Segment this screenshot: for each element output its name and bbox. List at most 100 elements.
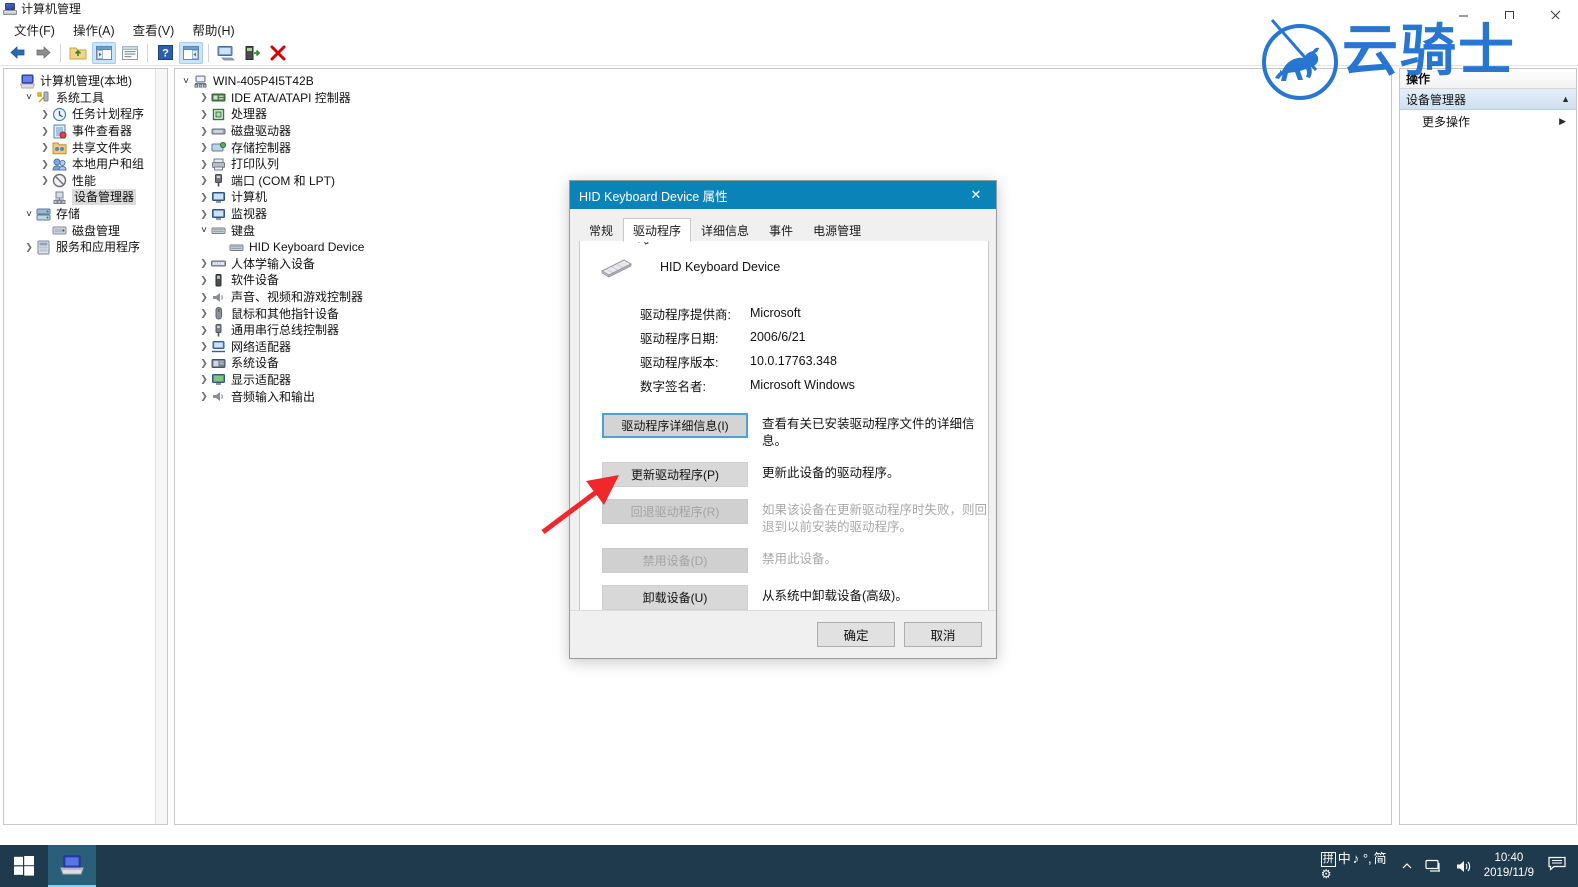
network-icon[interactable] xyxy=(1425,859,1443,874)
tree-node[interactable]: 磁盘管理 xyxy=(6,222,167,239)
show-hide-console-tree-icon[interactable] xyxy=(92,41,116,64)
dialog-tab[interactable]: 详细信息 xyxy=(691,218,759,242)
dialog-tab[interactable]: 事件 xyxy=(759,218,803,242)
tree-twisty-collapsed[interactable]: ❯ xyxy=(38,142,52,153)
tree-node[interactable]: ˅ WIN-405P4I5T42B xyxy=(179,73,1391,90)
driver-action-button[interactable]: 更新驱动程序(P) xyxy=(602,462,748,487)
driver-action-row: 禁用设备(D) 禁用此设备。 xyxy=(602,548,988,573)
tree-node[interactable]: 设备管理器 xyxy=(6,189,167,206)
keyboard-device-icon xyxy=(229,240,245,255)
ime-lang[interactable]: 中 xyxy=(1338,852,1351,866)
tree-node-label: 网络适配器 xyxy=(231,339,292,354)
tree-node[interactable]: ❯ 事件查看器 xyxy=(6,123,167,140)
tree-node[interactable]: ❯ 存储控制器 xyxy=(179,139,1391,156)
tree-twisty-collapsed[interactable]: ❯ xyxy=(197,175,211,186)
driver-action-button[interactable]: 卸载设备(U) xyxy=(602,585,748,610)
tree-twisty-collapsed[interactable]: ❯ xyxy=(38,109,52,120)
tree-twisty-collapsed[interactable]: ❯ xyxy=(197,258,211,269)
tree-twisty-collapsed[interactable]: ❯ xyxy=(197,391,211,402)
tree-twisty-collapsed[interactable]: ❯ xyxy=(197,92,211,103)
dialog-tabstrip[interactable]: 常规 驱动程序 详细信息 事件 电源管理 xyxy=(579,218,989,242)
menu-action[interactable]: 操作(A) xyxy=(64,18,124,41)
driver-action-row: 卸载设备(U) 从系统中卸载设备(高级)。 xyxy=(602,585,988,610)
scan-hardware-icon[interactable] xyxy=(214,42,238,64)
tree-node[interactable]: ❯ 磁盘驱动器 xyxy=(179,123,1391,140)
back-icon[interactable] xyxy=(5,42,29,64)
tree-twisty-collapsed[interactable]: ❯ xyxy=(197,275,211,286)
chevron-up-tray-icon[interactable] xyxy=(1401,860,1413,872)
forward-icon[interactable] xyxy=(31,42,55,64)
tree-twisty-collapsed[interactable]: ❯ xyxy=(197,192,211,203)
taskbar-item-computer-management[interactable] xyxy=(48,845,96,887)
ime-mode[interactable]: 拼 xyxy=(1320,851,1336,867)
tree-twisty-collapsed[interactable]: ❯ xyxy=(197,341,211,352)
tree-node[interactable]: ❯ IDE ATA/ATAPI 控制器 xyxy=(179,90,1391,107)
tree-node[interactable]: ❯ 处理器 xyxy=(179,106,1391,123)
tree-node[interactable]: ˅ 存储 xyxy=(6,206,167,223)
tree-twisty-expanded[interactable]: ˅ xyxy=(197,225,211,236)
tree-node-label: 鼠标和其他指针设备 xyxy=(231,306,340,321)
tree-twisty-collapsed[interactable]: ❯ xyxy=(197,358,211,369)
ime-extra[interactable]: ♪ °, xyxy=(1353,852,1372,866)
tree-node[interactable]: 计算机管理(本地) xyxy=(6,73,167,90)
menu-help[interactable]: 帮助(H) xyxy=(183,18,243,41)
menu-file[interactable]: 文件(F) xyxy=(5,18,64,41)
actions-group-device-manager[interactable]: 设备管理器 ▲ xyxy=(1400,89,1576,110)
ime-simplified[interactable]: 简 xyxy=(1374,852,1387,866)
tree-twisty-collapsed[interactable]: ❯ xyxy=(197,374,211,385)
actions-group-label: 设备管理器 xyxy=(1406,92,1467,107)
tree-twisty-collapsed[interactable]: ❯ xyxy=(38,175,52,186)
chevron-right-icon: ▶ xyxy=(1559,115,1566,126)
cancel-button[interactable]: 取消 xyxy=(904,622,982,647)
computer-icon xyxy=(193,74,209,89)
windows-start-icon[interactable] xyxy=(0,845,48,887)
tree-node[interactable]: ❯ 任务计划程序 xyxy=(6,106,167,123)
console-tree[interactable]: 计算机管理(本地) ˅ 系统工具 ❯ 任务计划程序 ❯ 事件查看器 ❯ 共享文件夹 ❯ 本地用户和组… xyxy=(4,69,167,256)
tree-twisty-collapsed[interactable]: ❯ xyxy=(38,126,52,137)
chevron-up-icon[interactable]: ▲ xyxy=(1561,94,1570,104)
dialog-close-icon[interactable]: ✕ xyxy=(956,181,996,209)
tree-twisty-collapsed[interactable]: ❯ xyxy=(197,142,211,153)
tree-twisty-expanded[interactable]: ˅ xyxy=(22,209,36,220)
tree-node[interactable]: ❯ 服务和应用程序 xyxy=(6,239,167,256)
tree-twisty-expanded[interactable]: ˅ xyxy=(22,92,36,103)
disk-drive-icon xyxy=(211,124,227,139)
help-icon[interactable]: ? xyxy=(153,42,177,64)
up-folder-icon[interactable] xyxy=(66,42,90,64)
tree-twisty-collapsed[interactable]: ❯ xyxy=(38,159,52,170)
dialog-tab[interactable]: 驱动程序 xyxy=(623,218,692,242)
keyboard-device-icon xyxy=(598,255,634,279)
menu-view[interactable]: 查看(V) xyxy=(124,18,184,41)
show-hide-action-pane-icon[interactable] xyxy=(179,41,203,64)
tree-twisty-collapsed[interactable]: ❯ xyxy=(22,242,36,253)
ok-button[interactable]: 确定 xyxy=(817,622,895,647)
action-item-more-actions[interactable]: 更多操作 ▶ xyxy=(1400,110,1576,132)
tree-twisty-collapsed[interactable]: ❯ xyxy=(197,292,211,303)
tree-twisty-collapsed[interactable]: ❯ xyxy=(197,159,211,170)
ime-indicator[interactable]: 拼 中 ♪ °, 简 ⚙ xyxy=(1320,851,1387,881)
clock[interactable]: 10:40 2019/11/9 xyxy=(1484,851,1534,881)
tree-twisty-collapsed[interactable]: ❯ xyxy=(197,126,211,137)
dialog-tab[interactable]: 电源管理 xyxy=(803,218,871,242)
left-panel-scrollbar[interactable] xyxy=(155,69,167,824)
tree-twisty-collapsed[interactable]: ❯ xyxy=(197,308,211,319)
volume-icon[interactable] xyxy=(1455,859,1472,874)
tree-node[interactable]: ❯ 性能 xyxy=(6,173,167,190)
notification-icon[interactable] xyxy=(1548,856,1566,876)
tree-node[interactable]: ❯ 打印队列 xyxy=(179,156,1391,173)
update-driver-icon[interactable] xyxy=(240,42,264,64)
tree-twisty-collapsed[interactable]: ❯ xyxy=(197,109,211,120)
system-tray: 拼 中 ♪ °, 简 ⚙ 10:40 2019/11/9 xyxy=(1320,845,1578,887)
tree-node[interactable]: ❯ 共享文件夹 xyxy=(6,139,167,156)
tree-node[interactable]: ˅ 系统工具 xyxy=(6,90,167,107)
network-adapter-icon xyxy=(211,339,227,354)
tree-twisty-collapsed[interactable]: ❯ xyxy=(197,209,211,220)
driver-action-button[interactable]: 驱动程序详细信息(I) xyxy=(602,413,748,438)
properties-icon[interactable] xyxy=(118,42,142,64)
tree-node[interactable]: ❯ 本地用户和组 xyxy=(6,156,167,173)
dialog-tab[interactable]: 常规 xyxy=(579,218,623,242)
tree-twisty-collapsed[interactable]: ❯ xyxy=(197,325,211,336)
tree-twisty-expanded[interactable]: ˅ xyxy=(179,76,193,87)
uninstall-device-icon[interactable] xyxy=(266,42,290,64)
gear-icon[interactable]: ⚙ xyxy=(1321,867,1332,881)
